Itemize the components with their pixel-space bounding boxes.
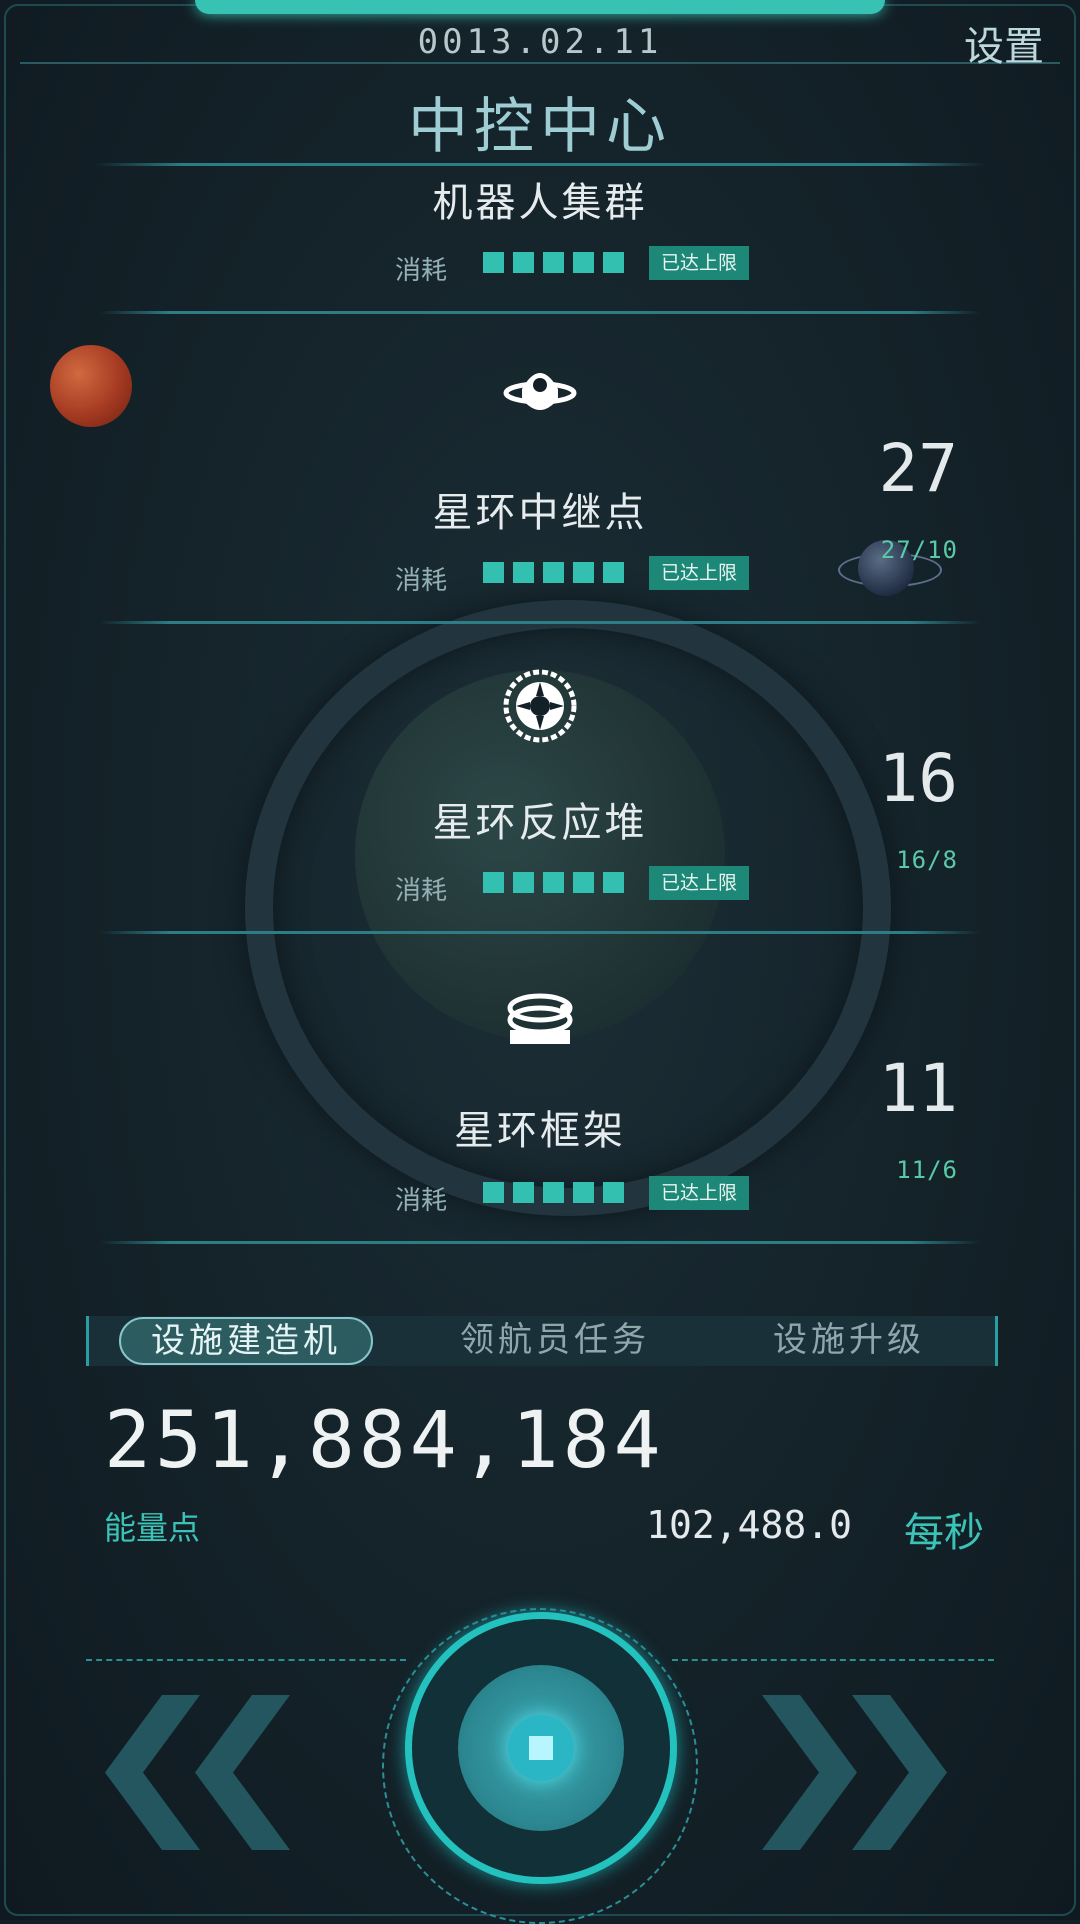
energy-rate-unit: 每秒 [904, 1510, 984, 1556]
facility-name: 星环中继点 [432, 490, 648, 536]
cost-pips [483, 562, 624, 583]
facility-name: 机器人集群 [432, 180, 648, 226]
row-divider [100, 931, 980, 934]
cost-label: 消耗 [395, 256, 448, 286]
settings-button[interactable]: 设置 [964, 14, 1044, 72]
max-level-badge[interactable]: 已达上限 [649, 246, 749, 280]
max-level-badge[interactable]: 已达上限 [649, 1176, 749, 1210]
energy-amount: 251,884,184 [104, 1396, 665, 1486]
row-divider [100, 311, 980, 314]
facility-ratio: 16/8 [896, 846, 958, 874]
facility-ratio: 11/6 [896, 1156, 958, 1184]
relay-station-icon[interactable] [502, 355, 578, 431]
control-dash-line-right [672, 1659, 994, 1661]
max-level-badge[interactable]: 已达上限 [649, 866, 749, 900]
cost-label: 消耗 [395, 1186, 448, 1216]
top-glow-bar [195, 0, 885, 14]
facility-name: 星环框架 [454, 1108, 626, 1154]
cost-pips [483, 252, 624, 273]
tab-navigator-missions[interactable]: 领航员任务 [435, 1318, 675, 1362]
cost-pips [483, 1182, 624, 1203]
facility-ratio: 27/10 [880, 536, 958, 564]
title-divider [95, 163, 985, 166]
ring-frame-icon[interactable] [502, 978, 578, 1054]
tab-facility-builder[interactable]: 设施建造机 [119, 1317, 373, 1365]
core-square-icon [529, 1736, 553, 1760]
cost-label: 消耗 [395, 566, 448, 596]
energy-rate: 102,488.0 [646, 1503, 852, 1547]
tab-bar: 设施建造机 领航员任务 设施升级 [86, 1316, 998, 1366]
energy-label: 能量点 [104, 1509, 201, 1547]
cost-pips [483, 872, 624, 893]
row-divider [100, 621, 980, 624]
reactor-icon[interactable] [502, 668, 578, 744]
row-divider [100, 1241, 980, 1244]
header-line [20, 62, 1060, 64]
facility-name: 星环反应堆 [432, 800, 648, 846]
control-dash-line-left [86, 1659, 406, 1661]
tab-facility-upgrade[interactable]: 设施升级 [729, 1318, 969, 1362]
cost-label: 消耗 [395, 876, 448, 906]
max-level-badge[interactable]: 已达上限 [649, 556, 749, 590]
red-planet-decoration [50, 345, 132, 427]
page-title: 中控中心 [408, 92, 672, 162]
game-date: 0013.02.11 [417, 22, 663, 62]
